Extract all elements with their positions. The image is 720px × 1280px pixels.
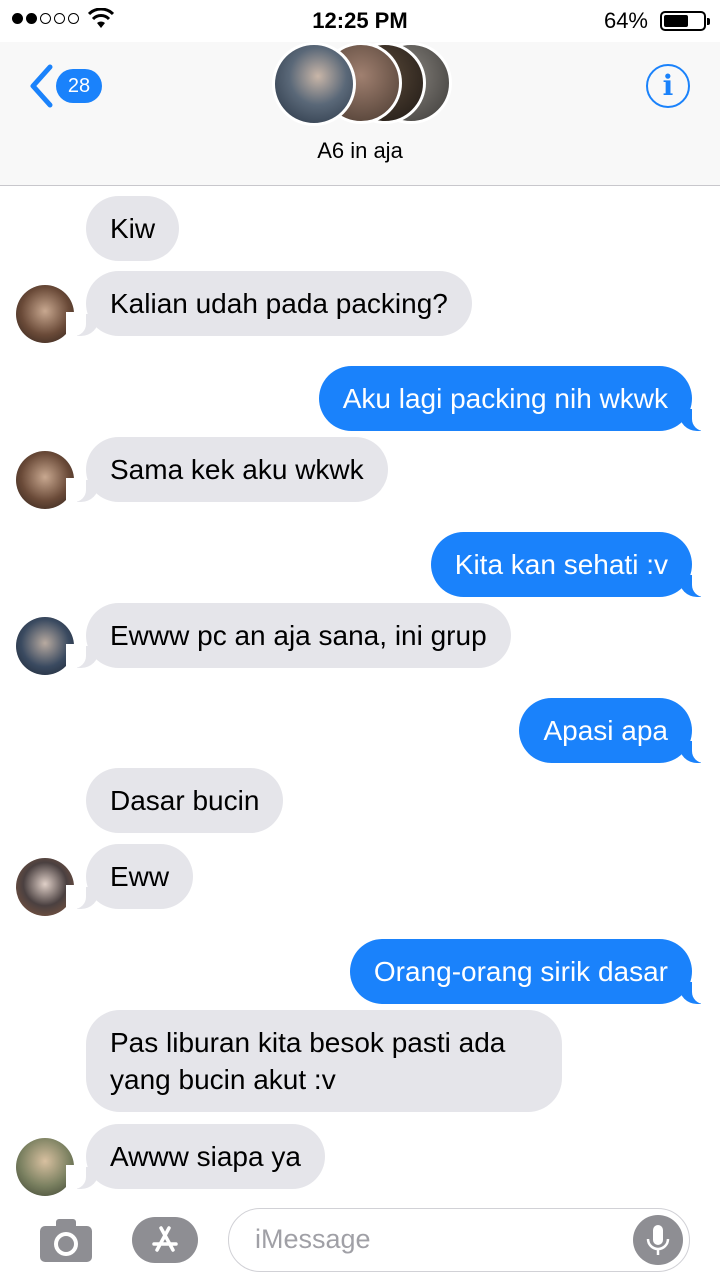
- camera-icon[interactable]: [38, 1216, 94, 1264]
- microphone-icon: [646, 1225, 670, 1255]
- incoming-message[interactable]: Kalian udah pada packing?: [66, 271, 472, 336]
- chevron-left-icon: [30, 64, 53, 108]
- incoming-message[interactable]: Eww: [65, 844, 194, 909]
- compose-bar: iMessage: [0, 1200, 720, 1280]
- incoming-message[interactable]: Awww siapa ya: [66, 1124, 325, 1189]
- incoming-message[interactable]: Dasar bucin: [86, 768, 284, 833]
- app-store-button[interactable]: [132, 1217, 198, 1263]
- message-input[interactable]: iMessage: [228, 1208, 690, 1272]
- message-input-placeholder: iMessage: [255, 1224, 371, 1254]
- avatar: [272, 42, 356, 126]
- microphone-button[interactable]: [633, 1215, 683, 1265]
- incoming-message[interactable]: Sama kek aku wkwk: [66, 437, 388, 502]
- info-icon: i: [662, 69, 674, 102]
- outgoing-message[interactable]: Aku lagi packing nih wkwk: [318, 366, 713, 431]
- back-button[interactable]: 28: [28, 64, 102, 108]
- incoming-message[interactable]: Ewww pc an aja sana, ini grup: [66, 603, 511, 668]
- battery-icon: [660, 11, 710, 31]
- outgoing-message[interactable]: Kita kan sehati :v: [430, 532, 713, 597]
- info-button[interactable]: i: [646, 64, 690, 108]
- battery-percentage: 64%: [603, 8, 648, 33]
- group-avatars[interactable]: [272, 42, 452, 126]
- conversation-header: 28 A6 in aja i: [0, 42, 720, 186]
- unread-count-badge: 28: [56, 69, 102, 103]
- status-bar: 12:25 PM 64%: [0, 0, 720, 42]
- incoming-message[interactable]: Pas liburan kita besok pasti ada yang bu…: [86, 1010, 562, 1112]
- outgoing-message[interactable]: Orang-orang sirik dasar: [349, 939, 713, 1004]
- outgoing-message[interactable]: Apasi apa: [519, 698, 712, 763]
- incoming-message[interactable]: Kiw: [86, 196, 180, 261]
- app-store-icon: [152, 1226, 178, 1252]
- group-name[interactable]: A6 in aja: [0, 138, 720, 164]
